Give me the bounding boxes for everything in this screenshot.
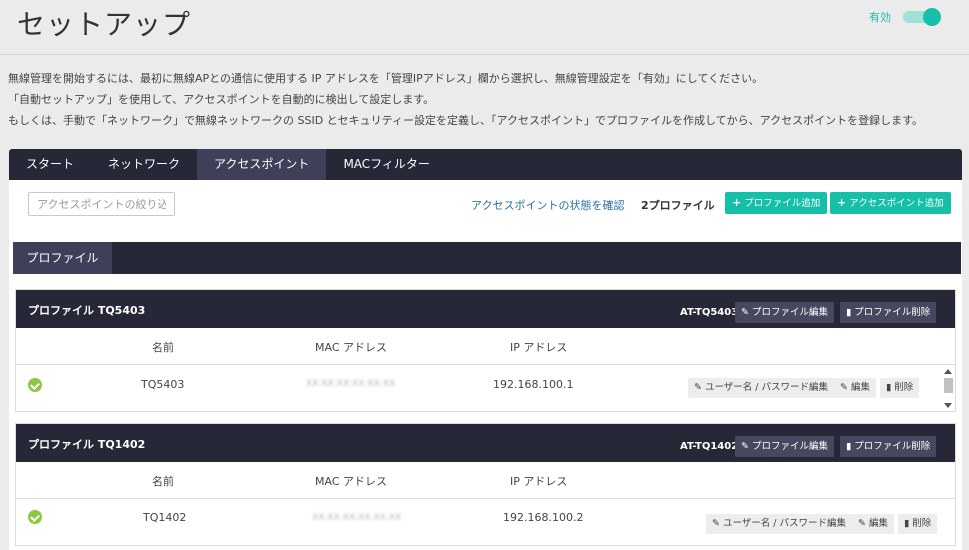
pencil-icon: ✎ [858,518,866,529]
ap-ip: 192.168.100.1 [493,378,574,391]
profile-count: 2プロファイル [641,199,715,212]
delete-ap-button[interactable]: ▮ 削除 [898,514,938,534]
table-header: 名前 MAC アドレス IP アドレス [16,462,955,499]
profile-code: AT-TQ1402 [680,441,739,452]
add-ap-button[interactable]: + アクセスポイント追加 [830,192,951,214]
edit-credentials-label: ユーザー名 / パスワード編集 [704,382,829,393]
ap-status-link[interactable]: アクセスポイントの状態を確認 [471,197,624,213]
ap-ip: 192.168.100.2 [503,511,584,524]
edit-profile-label: プロファイル編集 [751,441,828,452]
section-tab-profile[interactable]: プロファイル [13,242,112,274]
setup-description: 無線管理を開始するには、最初に無線APとの通信に使用する IP アドレスを「管理… [8,68,923,131]
pencil-icon: ✎ [712,518,720,529]
profile-card: プロファイル TQ5403 AT-TQ5403 ✎ プロファイル編集 ▮ プロファイ… [15,289,956,412]
description-line-3: もしくは、手動で「ネットワーク」で無線ネットワークの SSID とセキュリティー… [8,114,923,127]
delete-profile-label: プロファイル削除 [854,307,931,318]
delete-ap-label: 削除 [912,518,932,529]
pencil-icon: ✎ [694,382,702,393]
edit-ap-button[interactable]: ✎ 編集 [834,378,876,398]
profile-header: プロファイル TQ1402 AT-TQ1402 ✎ プロファイル編集 ▮ プロファイ… [16,424,955,462]
row-scrollbar[interactable] [942,365,954,411]
toggle-switch[interactable] [903,8,941,26]
section-bar: プロファイル [13,242,961,274]
edit-ap-button[interactable]: ✎ 編集 [852,514,894,534]
delete-profile-button[interactable]: ▮ プロファイル削除 [840,436,937,457]
pencil-icon: ✎ [840,382,848,393]
tab-network[interactable]: ネットワーク [91,149,197,180]
profile-title: プロファイル TQ1402 [28,438,146,451]
toggle-knob[interactable] [923,8,941,26]
tab-bar: スタート ネットワーク アクセスポイント MACフィルター [9,149,962,180]
table-header: 名前 MAC アドレス IP アドレス [16,328,955,365]
ap-name: TQ1402 [143,511,187,524]
add-profile-label: プロファイル追加 [744,198,821,209]
profile-card: プロファイル TQ1402 AT-TQ1402 ✎ プロファイル編集 ▮ プロファイ… [15,423,956,546]
plus-icon: + [837,196,847,209]
ap-toolbar: アクセスポイントの状態を確認 2プロファイル +プロファイル追加 +アクセスポイ… [9,180,962,226]
delete-profile-button[interactable]: ▮ プロファイル削除 [840,302,937,323]
edit-credentials-button[interactable]: ✎ ユーザー名 / パスワード編集 [688,378,835,398]
delete-ap-button[interactable]: ▮ 削除 [880,378,920,398]
scroll-up-icon[interactable] [944,369,952,374]
ap-name: TQ5403 [141,378,185,391]
column-mac: MAC アドレス [315,341,387,354]
status-ok-icon [28,510,42,524]
edit-ap-label: 編集 [868,518,888,529]
tab-mac-filter[interactable]: MACフィルター [326,149,447,180]
table-row: TQ1402 XX:XX:XX:XX:XX:XX 192.168.100.2 ✎… [16,499,955,545]
add-profile-button[interactable]: + プロファイル追加 [725,192,828,214]
scroll-thumb[interactable] [944,378,953,393]
pencil-icon: ✎ [741,441,749,452]
pencil-icon: ✎ [741,307,749,318]
tab-access-point[interactable]: アクセスポイント [197,149,327,180]
wireless-management-toggle[interactable]: 有効 [869,8,941,26]
page-title: セットアップ [17,8,192,41]
trash-icon: ▮ [904,518,910,529]
trash-icon: ▮ [846,441,852,452]
edit-credentials-label: ユーザー名 / パスワード編集 [722,518,847,529]
edit-credentials-button[interactable]: ✎ ユーザー名 / パスワード編集 [706,514,853,534]
ap-filter-input[interactable] [28,192,175,216]
delete-ap-label: 削除 [894,382,914,393]
column-ip: IP アドレス [510,341,568,354]
scroll-down-icon[interactable] [944,403,952,408]
table-row: TQ5403 XX:XX:XX:XX:XX:XX 192.168.100.1 ✎… [16,365,955,411]
edit-profile-label: プロファイル編集 [751,307,828,318]
profile-header: プロファイル TQ5403 AT-TQ5403 ✎ プロファイル編集 ▮ プロファイ… [16,290,955,328]
trash-icon: ▮ [846,307,852,318]
trash-icon: ▮ [886,382,892,393]
column-mac: MAC アドレス [315,475,387,488]
tab-start[interactable]: スタート [9,149,91,180]
profile-code: AT-TQ5403 [680,307,739,318]
edit-ap-label: 編集 [850,382,870,393]
column-name: 名前 [152,475,174,488]
plus-icon: + [732,196,742,209]
description-line-1: 無線管理を開始するには、最初に無線APとの通信に使用する IP アドレスを「管理… [8,72,764,85]
header-divider [0,54,969,55]
column-ip: IP アドレス [510,475,568,488]
ap-mac: XX:XX:XX:XX:XX:XX [312,513,402,523]
edit-profile-button[interactable]: ✎ プロファイル編集 [735,436,834,457]
edit-profile-button[interactable]: ✎ プロファイル編集 [735,302,834,323]
column-name: 名前 [152,341,174,354]
description-line-2: 「自動セットアップ」を使用して、アクセスポイントを自動的に検出して設定します。 [8,93,435,106]
ap-mac: XX:XX:XX:XX:XX:XX [306,379,396,389]
toggle-label: 有効 [869,11,891,24]
profile-title: プロファイル TQ5403 [28,304,146,317]
delete-profile-label: プロファイル削除 [854,441,931,452]
setup-panel: スタート ネットワーク アクセスポイント MACフィルター アクセスポイントの状… [9,149,962,550]
status-ok-icon [28,378,42,392]
add-ap-label: アクセスポイント追加 [849,198,944,209]
